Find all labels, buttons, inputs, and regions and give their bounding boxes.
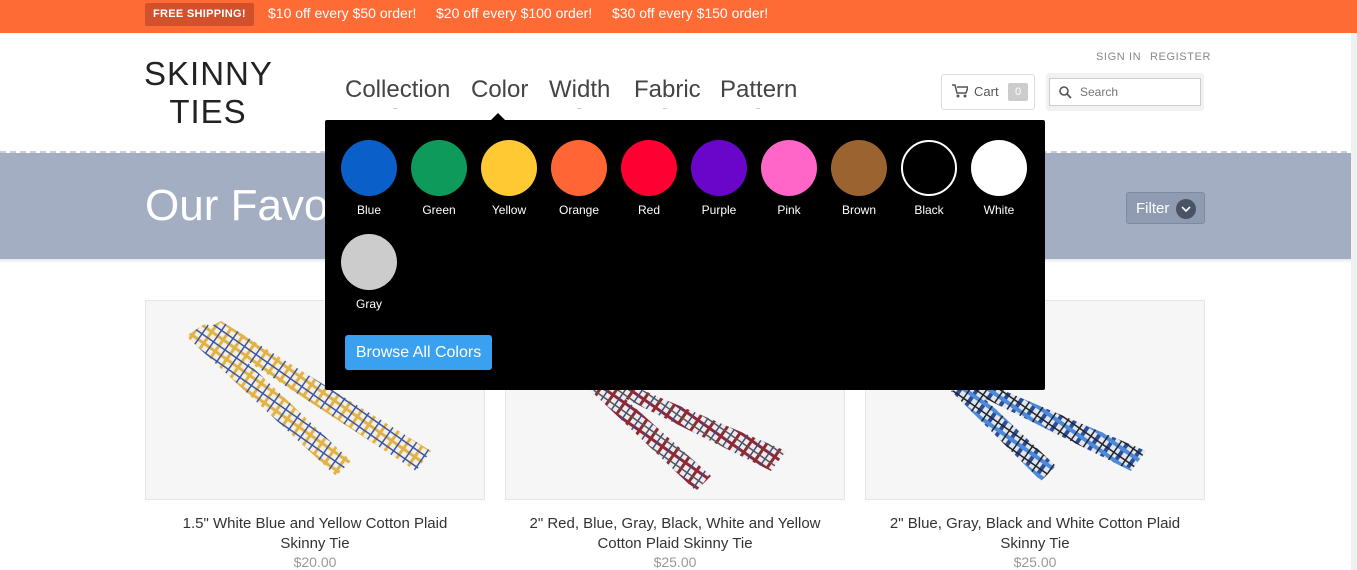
- swatch-label: Purple: [701, 203, 737, 217]
- swatch-circle: [971, 140, 1027, 196]
- logo-line-1: SKINNY: [144, 55, 273, 92]
- swatch-label: Green: [422, 203, 456, 217]
- logo-line-2: TIES: [169, 93, 247, 130]
- color-swatch-black[interactable]: Black: [894, 140, 964, 217]
- color-swatch-purple[interactable]: Purple: [684, 140, 754, 217]
- register-link[interactable]: REGISTER: [1150, 51, 1211, 63]
- search-icon: [1059, 86, 1072, 99]
- free-shipping-badge: FREE SHIPPING!: [145, 3, 254, 26]
- nav-width[interactable]: Width: [549, 76, 610, 104]
- swatch-circle: [901, 140, 957, 196]
- nav-indicator-dot: [663, 108, 667, 109]
- swatch-label: Orange: [558, 203, 600, 217]
- color-swatch-brown[interactable]: Brown: [824, 140, 894, 217]
- cart-count-badge: 0: [1008, 83, 1028, 101]
- cart-button[interactable]: Cart 0: [941, 74, 1035, 110]
- swatch-label: Blue: [356, 203, 382, 217]
- swatch-circle: [411, 140, 467, 196]
- swatch-label: Brown: [841, 203, 876, 217]
- color-dropdown-menu: Blue Green Yellow Orange Red Purple Pink…: [325, 120, 1045, 390]
- color-swatch-orange[interactable]: Orange: [544, 140, 614, 217]
- product-price: $25.00: [1013, 554, 1057, 570]
- product-name[interactable]: 1.5" White Blue and Yellow Cotton Plaid …: [145, 514, 485, 554]
- swatch-circle: [691, 140, 747, 196]
- product-name[interactable]: 2" Blue, Gray, Black and White Cotton Pl…: [865, 514, 1205, 554]
- sign-in-link[interactable]: SIGN IN: [1096, 51, 1141, 63]
- nav-fabric[interactable]: Fabric: [634, 76, 701, 104]
- promo-offer: $10 off every $50 order!: [268, 5, 417, 21]
- swatch-label: Black: [914, 203, 944, 217]
- promo-bar: FREE SHIPPING! $10 off every $50 order! …: [0, 0, 1357, 33]
- swatch-label: Gray: [355, 297, 382, 311]
- swatch-label: Red: [637, 203, 660, 217]
- color-swatch-red[interactable]: Red: [614, 140, 684, 217]
- promo-offer: $30 off every $150 order!: [612, 5, 769, 21]
- page-scrollbar[interactable]: [1351, 33, 1357, 570]
- color-swatch-yellow[interactable]: Yellow: [474, 140, 544, 217]
- nav-collection[interactable]: Collection: [345, 76, 450, 104]
- color-swatch-pink[interactable]: Pink: [754, 140, 824, 217]
- swatch-circle: [831, 140, 887, 196]
- active-nav-caret: [491, 113, 505, 120]
- search-box: [1046, 73, 1204, 111]
- nav-indicator-dot: [393, 108, 397, 109]
- swatch-label: Yellow: [491, 203, 527, 217]
- filter-label: Filter: [1136, 200, 1170, 217]
- color-swatch-white[interactable]: White: [964, 140, 1034, 217]
- swatch-circle: [761, 140, 817, 196]
- nav-indicator-dot: [756, 108, 760, 109]
- cart-label: Cart: [974, 84, 999, 99]
- swatch-circle: [341, 234, 397, 290]
- swatch-circle: [341, 140, 397, 196]
- promo-offer: $20 off every $100 order!: [436, 5, 593, 21]
- color-swatch-green[interactable]: Green: [404, 140, 474, 217]
- swatch-label: Pink: [777, 203, 801, 217]
- nav-color[interactable]: Color: [471, 76, 528, 104]
- product-price: $20.00: [293, 554, 337, 570]
- product-price: $25.00: [653, 554, 697, 570]
- color-swatch-gray[interactable]: Gray: [334, 234, 404, 311]
- chevron-down-icon: [1176, 199, 1196, 219]
- nav-pattern[interactable]: Pattern: [720, 76, 797, 104]
- filter-button[interactable]: Filter: [1126, 192, 1205, 224]
- nav-indicator-dot: [577, 108, 581, 109]
- color-swatch-blue[interactable]: Blue: [334, 140, 404, 217]
- browse-all-colors-button[interactable]: Browse All Colors: [345, 335, 492, 370]
- swatch-label: White: [983, 203, 1015, 217]
- product-name[interactable]: 2" Red, Blue, Gray, Black, White and Yel…: [505, 514, 845, 554]
- swatch-circle: [481, 140, 537, 196]
- site-logo[interactable]: SKINNY TIES: [144, 55, 272, 131]
- swatch-circle: [621, 140, 677, 196]
- cart-icon: [952, 84, 968, 98]
- swatch-circle: [551, 140, 607, 196]
